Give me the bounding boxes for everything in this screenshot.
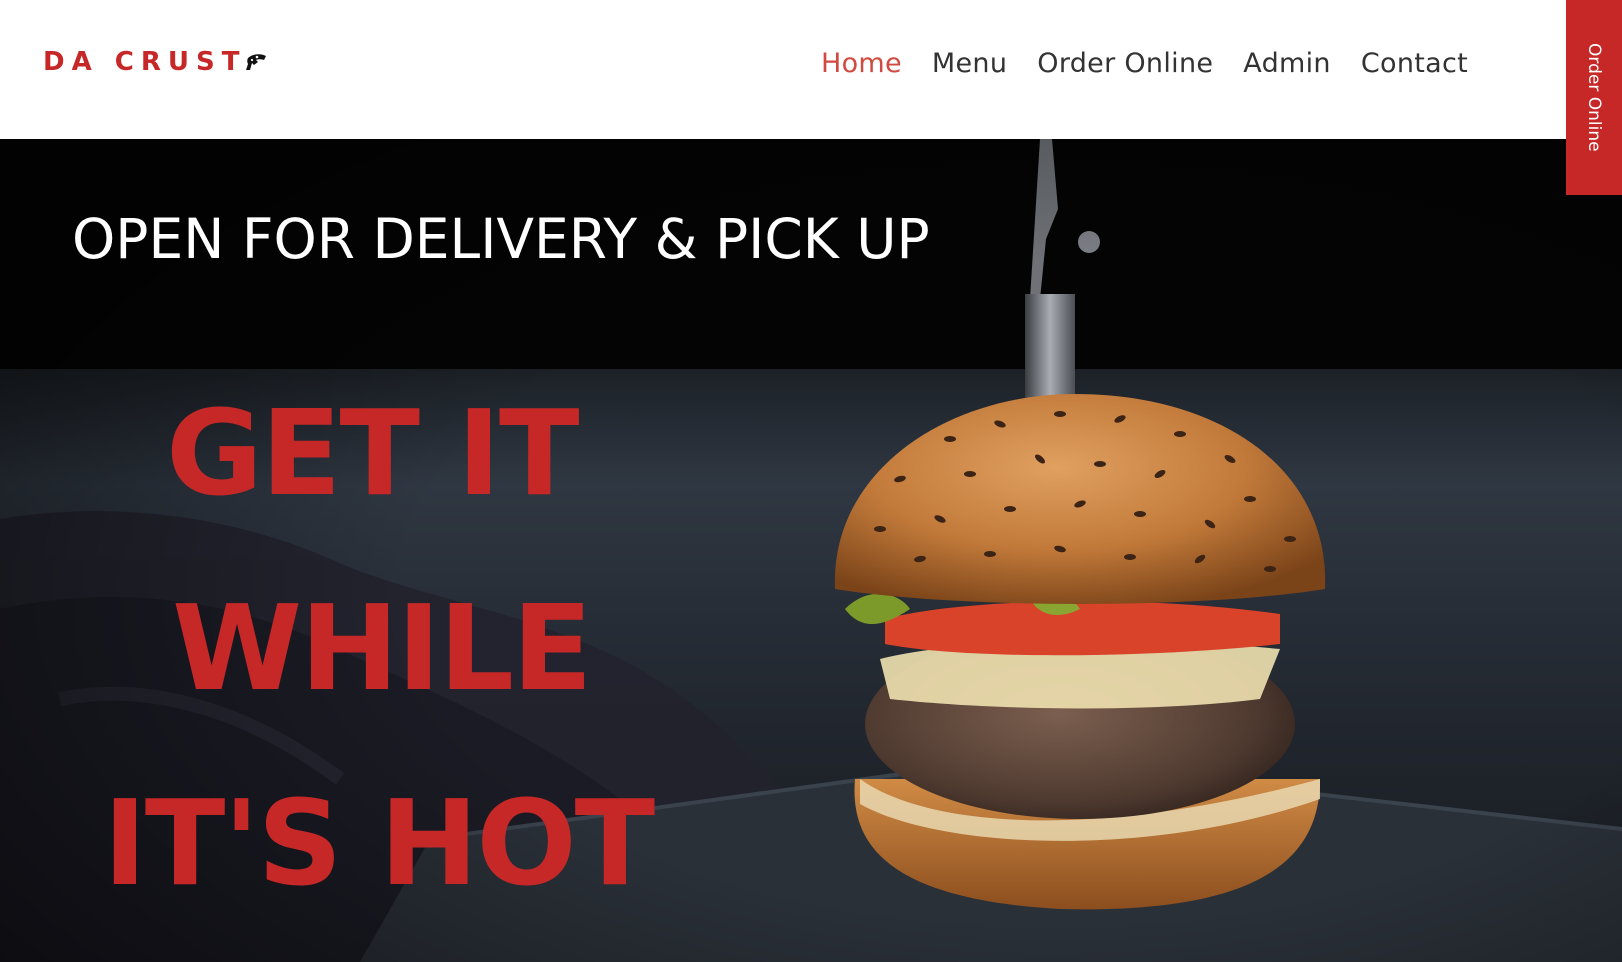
brand-logo[interactable]: DA CRUST [43, 44, 270, 80]
main-nav: Home Menu Order Online Admin Contact [821, 48, 1468, 79]
order-online-side-label: Order Online [1584, 43, 1604, 152]
nav-admin[interactable]: Admin [1243, 48, 1331, 79]
headline-line-3: IT'S HOT [103, 774, 655, 912]
hero-section: OPEN FOR DELIVERY & PICK UP GET IT WHILE… [0, 139, 1622, 962]
site-header: DA CRUST Home Menu Order Online Admin Co… [0, 0, 1622, 139]
pizza-slice-icon [246, 54, 267, 70]
delivery-tagline: OPEN FOR DELIVERY & PICK UP [72, 207, 930, 271]
nav-home[interactable]: Home [821, 48, 902, 79]
nav-order-online[interactable]: Order Online [1037, 48, 1213, 79]
brand-name: DA CRUST [43, 47, 247, 77]
nav-menu[interactable]: Menu [932, 48, 1007, 79]
headline-line-2: WHILE [172, 579, 593, 717]
order-online-side-button[interactable]: Order Online [1566, 0, 1622, 195]
nav-contact[interactable]: Contact [1361, 48, 1468, 79]
headline-line-1: GET IT [166, 384, 579, 522]
